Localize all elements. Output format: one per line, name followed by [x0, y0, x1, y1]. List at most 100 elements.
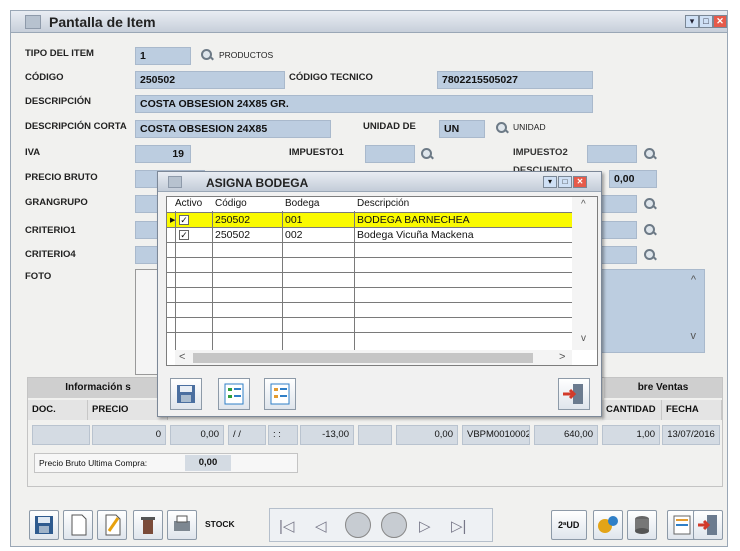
close-button[interactable]: ✕: [713, 15, 727, 28]
activo-checkbox[interactable]: ✓: [179, 230, 189, 240]
prev-record-icon[interactable]: ◁: [315, 517, 327, 535]
impuesto2-field[interactable]: [587, 145, 637, 163]
scroll-up-icon[interactable]: ^: [581, 199, 586, 210]
unidad-label: UNIDAD DE: [363, 121, 416, 132]
descripcion-field[interactable]: COSTA OBSESION 24X85 GR.: [135, 95, 593, 113]
window-title: Pantalla de Item: [49, 14, 156, 30]
impuesto1-label: IMPUESTO1: [289, 147, 344, 158]
grid-vertical-scrollbar[interactable]: ^ v: [572, 197, 597, 350]
memo-scroll-up-icon[interactable]: ^: [691, 274, 696, 286]
row-codigo: 250502: [215, 229, 251, 241]
dialog-maximize-button[interactable]: □: [558, 176, 572, 188]
col-fecha: FECHA: [662, 400, 722, 420]
window-titlebar[interactable]: Pantalla de Item ▾ □ ✕: [11, 11, 727, 33]
dialog-checklist-icon[interactable]: [218, 378, 250, 410]
table-row[interactable]: ▶ ✓ 250502 001 BODEGA BARNECHEA: [167, 213, 572, 227]
activo-checkbox[interactable]: ✓: [179, 215, 189, 225]
settings-gears-icon[interactable]: [593, 510, 623, 540]
cell-c3: 0,00: [170, 425, 224, 445]
asigna-bodega-dialog: ASIGNA BODEGA ▾ □ ✕ Activo Código Bodega…: [157, 171, 602, 417]
dialog-titlebar[interactable]: ASIGNA BODEGA ▾ □ ✕: [158, 172, 601, 192]
row-codigo: 250502: [215, 214, 251, 226]
row-descripcion: BODEGA BARNECHEA: [357, 214, 470, 226]
exit-icon[interactable]: [693, 510, 723, 540]
impuesto1-field[interactable]: [365, 145, 415, 163]
precio-bruto-label: PRECIO BRUTO: [25, 172, 98, 183]
unidad-field[interactable]: UN: [439, 120, 485, 138]
tipo-field[interactable]: 1: [135, 47, 191, 65]
unidad-link: UNIDAD: [513, 122, 546, 132]
descripcion-label: DESCRIPCIÓN: [25, 96, 91, 107]
last-buy-box: Precio Bruto Ultima Compra: 0,00: [34, 453, 298, 473]
descripcion-corta-label: DESCRIPCIÓN CORTA: [25, 121, 127, 132]
codigo-tecnico-field[interactable]: 7802215505027: [437, 71, 593, 89]
last-record-icon[interactable]: ▷|: [451, 517, 466, 535]
foto-box[interactable]: [135, 269, 159, 375]
dialog-save-icon[interactable]: [170, 378, 202, 410]
codigo-label: CÓDIGO: [25, 72, 64, 83]
unidad-search-icon[interactable]: [495, 121, 509, 135]
row-bodega: 002: [285, 229, 303, 241]
grid-horizontal-scrollbar[interactable]: < >: [175, 350, 572, 365]
scroll-left-icon[interactable]: <: [179, 351, 185, 363]
notes-memo[interactable]: ^ v: [597, 269, 705, 353]
criterio3-search-icon[interactable]: [643, 223, 657, 237]
row-descripcion: Bodega Vicuña Mackena: [357, 229, 474, 241]
delete-trash-icon[interactable]: [133, 510, 163, 540]
first-record-icon[interactable]: |◁: [279, 517, 294, 535]
dialog-grip-icon: [168, 176, 182, 188]
window-grip-icon: [25, 15, 41, 29]
compras-header: Información s: [28, 378, 168, 398]
scroll-down-icon[interactable]: v: [581, 333, 586, 344]
dialog-minimize-button[interactable]: ▾: [543, 176, 557, 188]
remove-record-icon[interactable]: [345, 512, 371, 538]
col-bodega: Bodega: [285, 198, 320, 209]
database-icon[interactable]: [627, 510, 657, 540]
col-codigo: Código: [215, 198, 247, 209]
criterio6-search-icon[interactable]: [643, 248, 657, 262]
stock-button[interactable]: STOCK: [205, 519, 235, 529]
grangrupo-search-icon[interactable]: [643, 197, 657, 211]
descripcion-corta-field[interactable]: COSTA OBSESION 24X85: [135, 120, 331, 138]
second-unit-button[interactable]: 2ªUD: [551, 510, 587, 540]
criterio4-label: CRITERIO4: [25, 249, 76, 260]
bottom-toolbar: STOCK |◁ ◁ ▷ ▷| 2ªUD: [27, 507, 723, 543]
dialog-close-button[interactable]: ✕: [573, 176, 587, 188]
table-row[interactable]: ✓ 250502 002 Bodega Vicuña Mackena: [167, 228, 572, 242]
descuento-field[interactable]: 0,00: [609, 170, 657, 188]
minimize-button[interactable]: ▾: [685, 15, 699, 28]
save-icon[interactable]: [29, 510, 59, 540]
impuesto2-search-icon[interactable]: [643, 147, 657, 161]
tipo-label: TIPO DEL ITEM: [25, 48, 94, 59]
scroll-thumb[interactable]: [193, 353, 533, 363]
dialog-exit-icon[interactable]: [558, 378, 590, 410]
memo-scroll-down-icon[interactable]: v: [691, 330, 697, 342]
foto-label: FOTO: [25, 271, 52, 282]
col-doc: DOC.: [28, 400, 88, 420]
bodega-grid: Activo Código Bodega Descripción ▶ ✓ 250…: [166, 196, 598, 366]
cell-c4: / /: [228, 425, 266, 445]
cell-fecha: 13/07/2016: [662, 425, 720, 445]
col-descripcion: Descripción: [357, 198, 410, 209]
edit-pencil-icon[interactable]: [97, 510, 127, 540]
cell-cantidad: 1,00: [602, 425, 660, 445]
iva-field[interactable]: 19: [135, 145, 191, 163]
dialog-list-icon[interactable]: [264, 378, 296, 410]
tipo-search-icon[interactable]: [200, 48, 214, 62]
codigo-field[interactable]: 250502: [135, 71, 285, 89]
new-document-icon[interactable]: [63, 510, 93, 540]
dialog-title: ASIGNA BODEGA: [206, 176, 309, 190]
col-cantidad: CANTIDAD: [602, 400, 662, 420]
add-record-icon[interactable]: [381, 512, 407, 538]
next-record-icon[interactable]: ▷: [419, 517, 431, 535]
maximize-button[interactable]: □: [699, 15, 713, 28]
impuesto1-search-icon[interactable]: [420, 147, 434, 161]
criterio1-label: CRITERIO1: [25, 225, 76, 236]
scroll-right-icon[interactable]: >: [559, 351, 565, 363]
cell-c7: [358, 425, 392, 445]
ventas-header: bre Ventas: [604, 378, 722, 398]
cell-c8: 0,00: [396, 425, 458, 445]
last-buy-value: 0,00: [185, 455, 231, 471]
print-icon[interactable]: [167, 510, 197, 540]
cell-c10: 640,00: [534, 425, 598, 445]
